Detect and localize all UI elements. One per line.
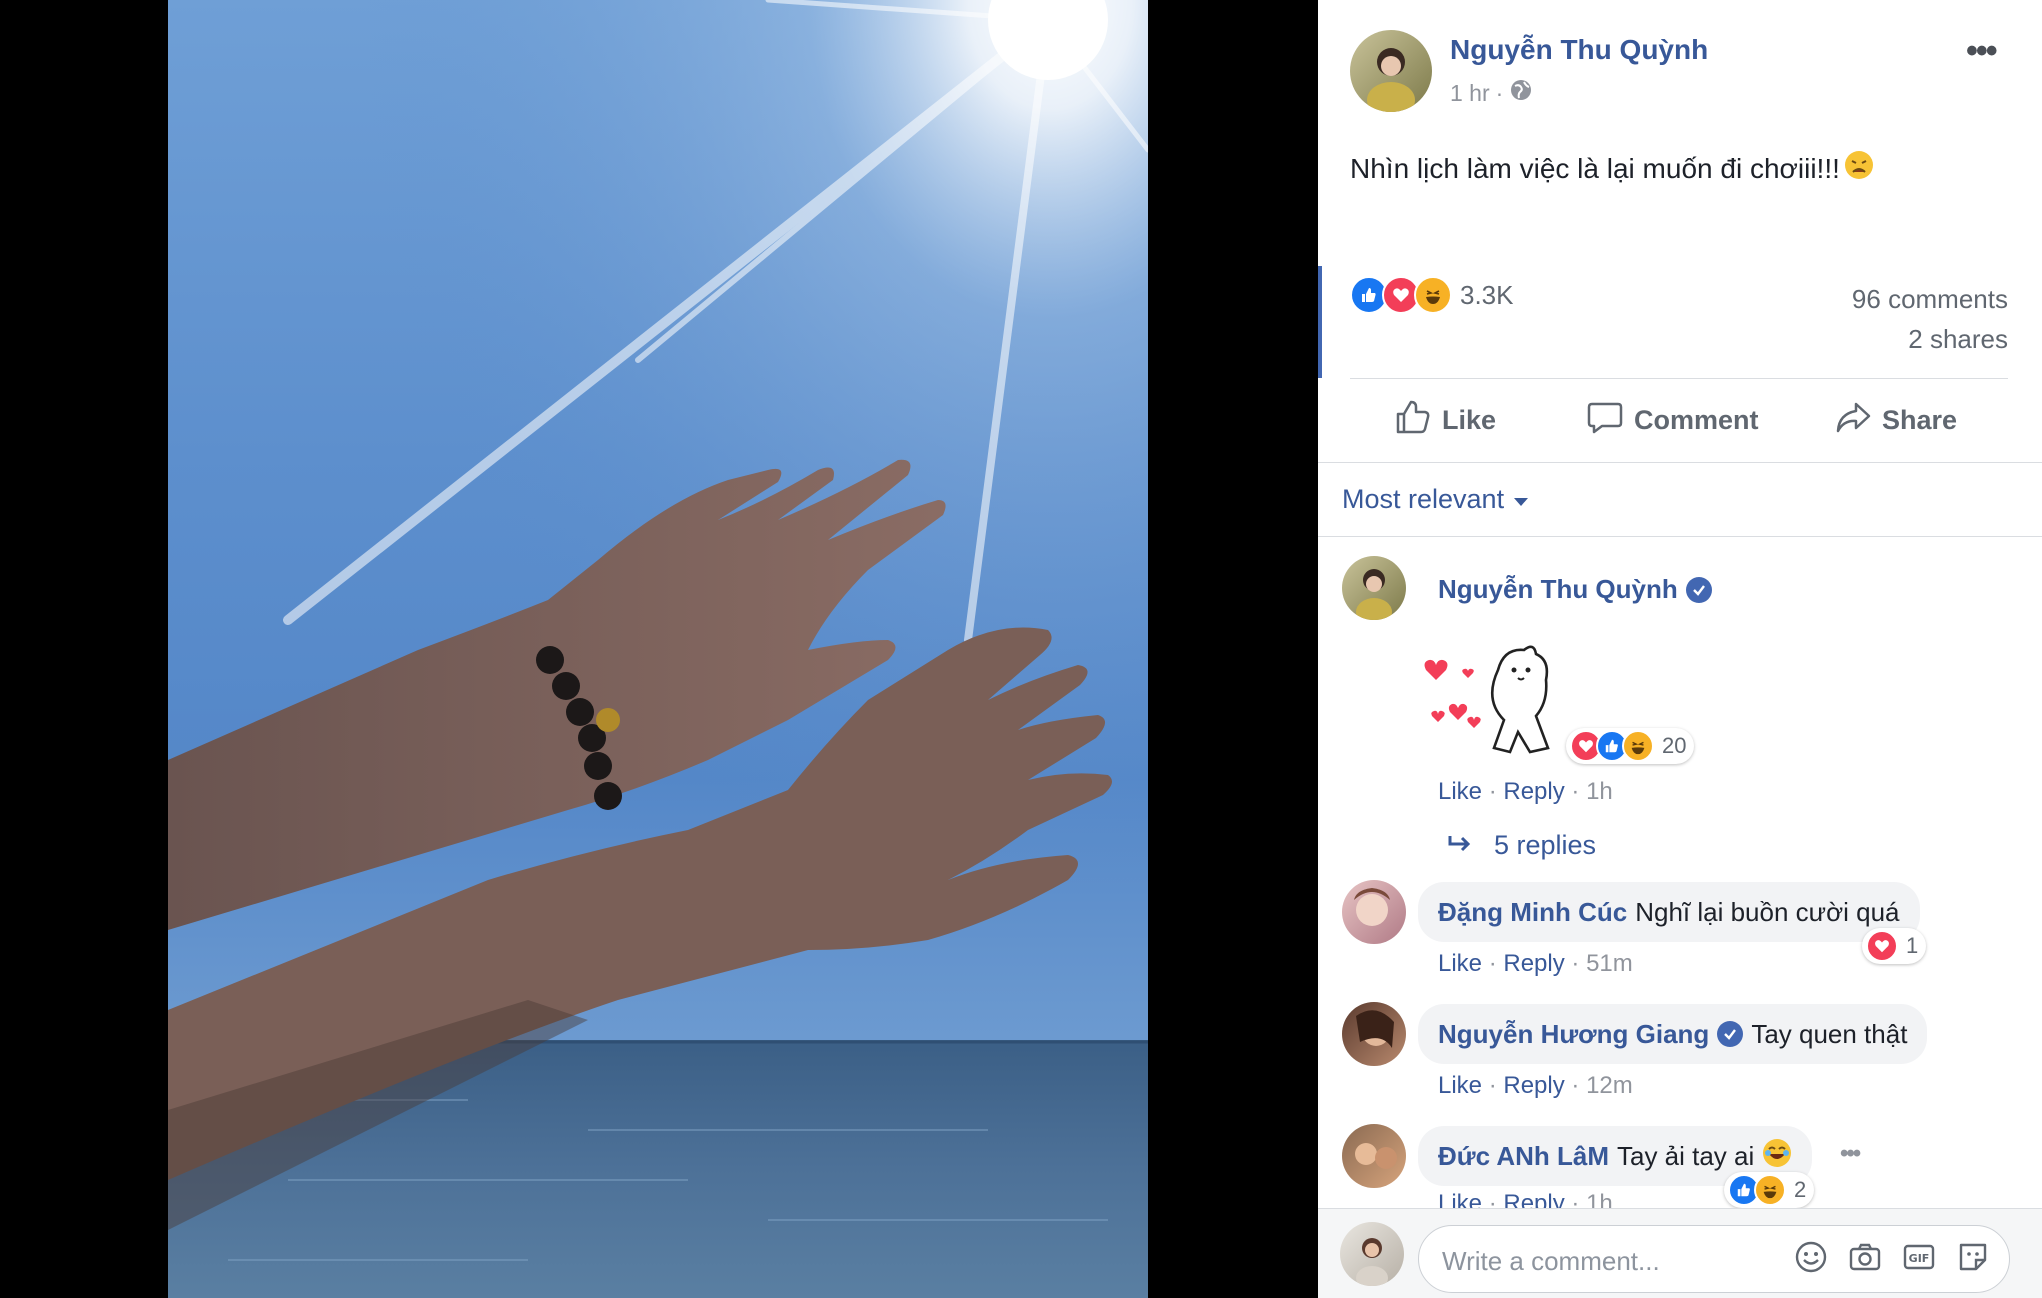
reaction-count: 3.3K — [1460, 279, 1514, 310]
comment-button[interactable]: Comment — [1586, 398, 1759, 443]
laughing-emoji-icon — [1762, 1138, 1792, 1175]
post-side-panel: Nguyễn Thu Quỳnh 1 hr · ••• Nhìn lịch là… — [1318, 0, 2042, 1298]
reply-arrow-icon — [1446, 830, 1472, 861]
meta-sep: · — [1571, 950, 1587, 977]
comment-reactions-badge[interactable]: 1 — [1862, 928, 1927, 964]
love-reaction-icon — [1866, 930, 1898, 962]
comment-sort-dropdown[interactable]: Most relevant — [1342, 484, 1529, 515]
comments-count[interactable]: 96 comments — [1852, 284, 2008, 315]
comment-meta: Like · Reply · 1h — [1438, 778, 1613, 806]
haha-reaction-icon — [1622, 730, 1654, 762]
comment-time[interactable]: 1h — [1586, 778, 1613, 805]
meta-sep: · — [1488, 1072, 1504, 1099]
reactions-summary[interactable]: 3.3K — [1350, 276, 1514, 314]
like-outline-icon — [1394, 398, 1432, 443]
comment-reaction-count: 20 — [1662, 733, 1687, 758]
verified-icon — [1685, 576, 1712, 603]
comment-outline-icon — [1586, 398, 1624, 443]
focus-accent-bar — [1318, 266, 1322, 378]
meta-sep: · — [1571, 1072, 1587, 1099]
comment-time[interactable]: 51m — [1586, 950, 1633, 977]
emoji-icon[interactable] — [1794, 1240, 1828, 1274]
camera-icon[interactable] — [1848, 1240, 1882, 1274]
meta-sep: · — [1488, 778, 1504, 805]
sticker-icon[interactable] — [1956, 1240, 1990, 1274]
commenter-avatar[interactable] — [1342, 556, 1406, 620]
comment-bubble: Đặng Minh Cúc Nghĩ lại buồn cười quá — [1418, 882, 1920, 942]
comment-text: Tay quen thật — [1751, 1018, 1908, 1049]
comment-reply-link[interactable]: Reply — [1503, 950, 1564, 977]
comment-author[interactable]: Đức ANh LâM — [1438, 1141, 1609, 1172]
meta-sep: · — [1488, 950, 1504, 977]
comment-like-link[interactable]: Like — [1438, 1072, 1482, 1099]
comment-author[interactable]: Đặng Minh Cúc — [1438, 897, 1627, 928]
share-button[interactable]: Share — [1834, 398, 1957, 443]
comment-time[interactable]: 12m — [1586, 1072, 1633, 1099]
post-meta: 1 hr · — [1450, 78, 1533, 108]
globe-icon — [1509, 78, 1533, 108]
comment-reply-link[interactable]: Reply — [1503, 1072, 1564, 1099]
post-text: Nhìn lịch làm việc là lại muốn đi chơiii… — [1350, 150, 1874, 187]
comment-bubble: Nguyễn Hương Giang Tay quen thật — [1418, 1004, 1928, 1064]
commenter-avatar[interactable] — [1342, 880, 1406, 944]
tired-emoji-icon — [1844, 150, 1874, 187]
svg-text:GIF: GIF — [1909, 1252, 1930, 1265]
sort-label: Most relevant — [1342, 484, 1505, 514]
divider — [1318, 462, 2042, 463]
comment-text: Nghĩ lại buồn cười quá — [1635, 896, 1900, 927]
photo-illustration — [168, 0, 1148, 1298]
comment-meta: Like · Reply · 12m — [1438, 1072, 1633, 1100]
post-author-name[interactable]: Nguyễn Thu Quỳnh — [1450, 34, 1708, 66]
commenter-avatar[interactable] — [1342, 1124, 1406, 1188]
haha-reaction-icon — [1414, 276, 1452, 314]
comment-more-icon[interactable]: ••• — [1840, 1140, 1861, 1168]
haha-reaction-icon — [1754, 1174, 1786, 1206]
comment-like-link[interactable]: Like — [1438, 778, 1482, 805]
more-options-icon[interactable]: ••• — [1966, 32, 1998, 71]
post-time[interactable]: 1 hr — [1450, 80, 1490, 107]
caret-down-icon — [1514, 484, 1529, 515]
shares-count[interactable]: 2 shares — [1908, 324, 2008, 355]
post-photo[interactable] — [168, 0, 1148, 1298]
gif-icon[interactable]: GIF — [1902, 1240, 1936, 1274]
current-user-avatar — [1340, 1222, 1404, 1286]
comment-text: Tay ải tay ai — [1616, 1140, 1755, 1171]
meta-sep: · — [1571, 778, 1587, 805]
photo-viewer — [0, 0, 1318, 1298]
comment-reactions-badge[interactable]: 2 — [1724, 1172, 1815, 1208]
view-replies-link[interactable]: 5 replies — [1446, 830, 1596, 861]
author-avatar[interactable] — [1350, 30, 1432, 112]
comment-author[interactable]: Nguyễn Hương Giang — [1438, 1019, 1709, 1050]
comment-reply-link[interactable]: Reply — [1503, 778, 1564, 805]
post-text-content: Nhìn lịch làm việc là lại muốn đi chơiii… — [1350, 152, 1840, 184]
divider — [1350, 378, 2008, 379]
share-outline-icon — [1834, 398, 1872, 443]
comment-meta: Like · Reply · 51m — [1438, 950, 1633, 978]
comment-button-label: Comment — [1634, 405, 1759, 435]
like-button[interactable]: Like — [1394, 398, 1496, 443]
comment-reactions-badge[interactable]: 20 — [1566, 728, 1695, 764]
like-button-label: Like — [1442, 405, 1497, 435]
comment-reaction-count: 2 — [1794, 1177, 1807, 1202]
comment-input-placeholder: Write a comment... — [1442, 1246, 1660, 1276]
comment-like-link[interactable]: Like — [1438, 950, 1482, 977]
replies-label: 5 replies — [1494, 830, 1597, 860]
comment-author-row: Nguyễn Thu Quỳnh — [1438, 574, 1712, 605]
commenter-avatar[interactable] — [1342, 1002, 1406, 1066]
comment-reaction-count: 1 — [1906, 933, 1919, 958]
share-button-label: Share — [1882, 405, 1958, 435]
comment-author[interactable]: Nguyễn Thu Quỳnh — [1438, 574, 1678, 605]
verified-icon — [1717, 1021, 1744, 1047]
meta-dot: · — [1495, 79, 1504, 106]
divider — [1318, 536, 2042, 537]
